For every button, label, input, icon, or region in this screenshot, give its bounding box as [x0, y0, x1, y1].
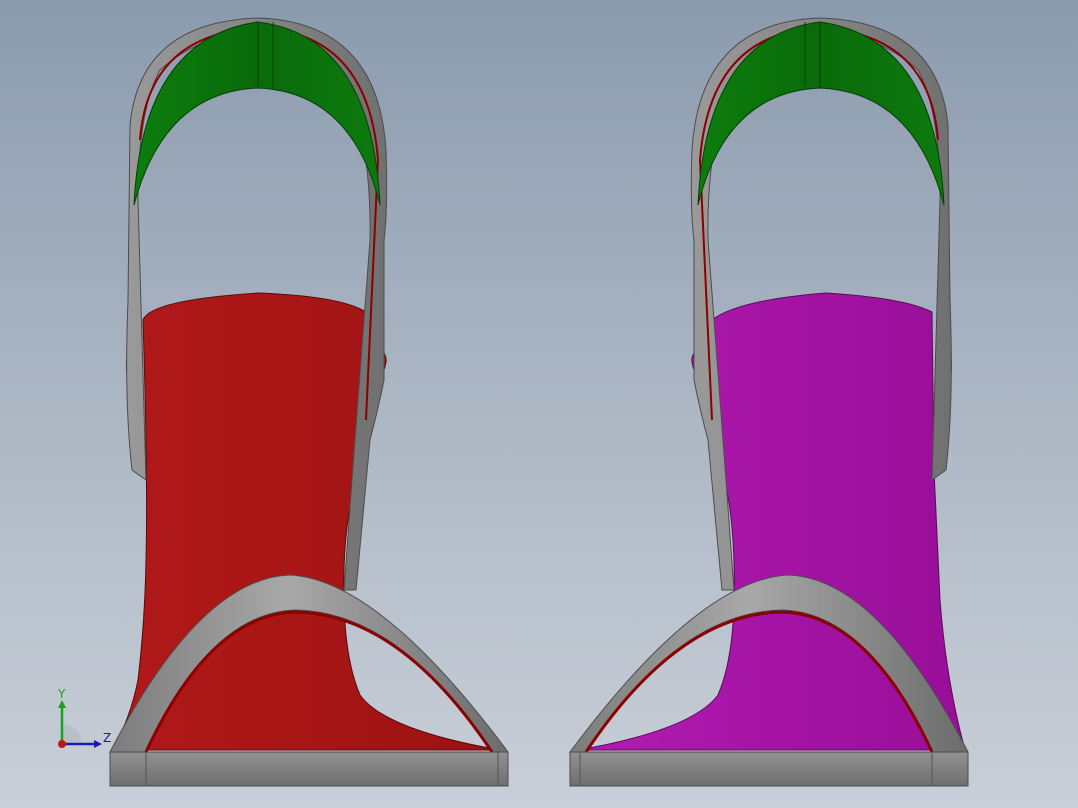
origin-dot-icon: [58, 740, 66, 748]
left-sandal[interactable]: [109, 17, 509, 787]
orientation-triad: Y Z: [57, 687, 111, 748]
left-sandal-sole[interactable]: [109, 751, 509, 787]
3d-viewport[interactable]: Y Z: [0, 0, 1078, 808]
right-sandal[interactable]: [569, 17, 969, 787]
z-axis-label: Z: [103, 731, 111, 745]
model-scene[interactable]: [0, 0, 1078, 808]
y-axis-label: Y: [57, 687, 66, 701]
right-sandal-sole[interactable]: [569, 751, 969, 787]
